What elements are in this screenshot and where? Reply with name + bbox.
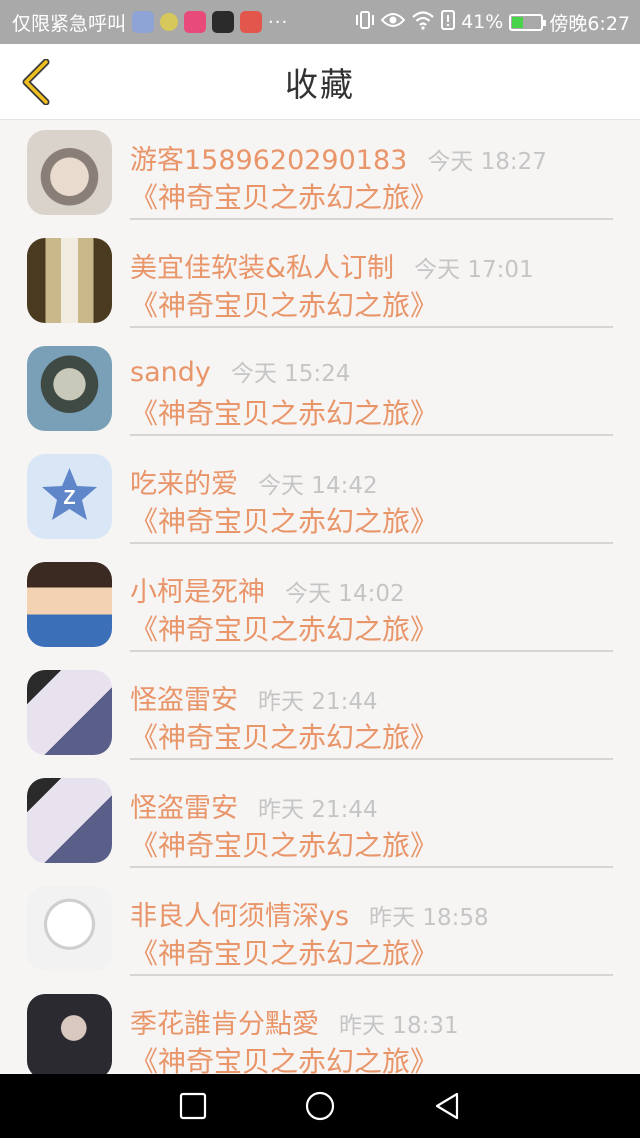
list-item[interactable]: 怪盗雷安 昨天 21:44 《神奇宝贝之赤幻之旅》 <box>0 660 640 768</box>
status-bar: 仅限紧急呼叫 ··· 41% 傍晚6:27 <box>0 0 640 44</box>
timestamp: 今天 14:42 <box>258 473 378 499</box>
list-item-header: 非良人何须情深ys 昨天 18:58 <box>130 894 489 933</box>
avatar[interactable] <box>27 886 112 971</box>
list-item-body: 美宜佳软装&私人订制 今天 17:01 《神奇宝贝之赤幻之旅》 <box>130 228 613 328</box>
user-name[interactable]: 吃来的爱 <box>130 462 238 501</box>
triangle-back-icon <box>435 1092 458 1120</box>
user-name[interactable]: 怪盗雷安 <box>130 786 238 825</box>
list-item-header: 季花誰肯分點愛 昨天 18:31 <box>130 1002 459 1041</box>
chevron-left-icon <box>22 59 50 105</box>
list-item-header: 吃来的爱 今天 14:42 <box>130 462 378 501</box>
avatar[interactable] <box>27 346 112 431</box>
user-name[interactable]: 怪盗雷安 <box>130 678 238 717</box>
list-item-body: 小柯是死神 今天 14:02 《神奇宝贝之赤幻之旅》 <box>130 552 613 652</box>
work-title[interactable]: 《神奇宝贝之赤幻之旅》 <box>130 176 438 216</box>
list-item[interactable]: Z 吃来的爱 今天 14:42 《神奇宝贝之赤幻之旅》 <box>0 444 640 552</box>
list-item-body: 吃来的爱 今天 14:42 《神奇宝贝之赤幻之旅》 <box>130 444 613 544</box>
list-item[interactable]: 非良人何须情深ys 昨天 18:58 《神奇宝贝之赤幻之旅》 <box>0 876 640 984</box>
battery-percent: 41% <box>461 11 504 33</box>
list-item[interactable]: 小柯是死神 今天 14:02 《神奇宝贝之赤幻之旅》 <box>0 552 640 660</box>
avatar[interactable] <box>27 994 112 1074</box>
user-name[interactable]: 季花誰肯分點愛 <box>130 1002 319 1041</box>
timestamp: 今天 18:27 <box>427 149 547 175</box>
list-item-header: 怪盗雷安 昨天 21:44 <box>130 678 378 717</box>
favorites-list: 游客1589620290183 今天 18:27 《神奇宝贝之赤幻之旅》 美宜佳软装&… <box>0 120 640 1074</box>
work-title[interactable]: 《神奇宝贝之赤幻之旅》 <box>130 1040 438 1074</box>
avatar[interactable] <box>27 238 112 323</box>
red-app-icon <box>240 11 263 33</box>
status-bar-right: 41% 傍晚6:27 <box>355 9 630 36</box>
square-icon <box>180 1092 207 1120</box>
sim-alert-icon <box>441 9 456 35</box>
timestamp: 昨天 18:58 <box>369 905 489 931</box>
page-title: 收藏 <box>285 64 355 104</box>
work-title[interactable]: 《神奇宝贝之赤幻之旅》 <box>130 824 438 864</box>
recents-button[interactable] <box>173 1086 213 1126</box>
user-name[interactable]: 美宜佳软装&私人订制 <box>130 246 394 285</box>
list-item-body: 怪盗雷安 昨天 21:44 《神奇宝贝之赤幻之旅》 <box>130 660 613 760</box>
paw-app-icon <box>212 11 235 33</box>
svg-text:Z: Z <box>63 487 75 509</box>
timestamp: 昨天 18:31 <box>339 1013 459 1039</box>
battery-icon <box>509 13 547 31</box>
timestamp: 今天 14:02 <box>285 581 405 607</box>
work-title[interactable]: 《神奇宝贝之赤幻之旅》 <box>130 716 438 756</box>
bulb-app-icon <box>160 13 179 31</box>
list-item-body: 非良人何须情深ys 昨天 18:58 《神奇宝贝之赤幻之旅》 <box>130 876 613 976</box>
eye-icon <box>380 11 406 34</box>
list-item-header: 小柯是死神 今天 14:02 <box>130 570 405 609</box>
header: 收藏 <box>0 44 640 120</box>
user-name[interactable]: sandy <box>130 357 211 388</box>
list-item[interactable]: 季花誰肯分點愛 昨天 18:31 《神奇宝贝之赤幻之旅》 <box>0 984 640 1074</box>
list-item-body: 游客1589620290183 今天 18:27 《神奇宝贝之赤幻之旅》 <box>130 120 613 220</box>
timestamp: 今天 17:01 <box>414 257 534 283</box>
work-title[interactable]: 《神奇宝贝之赤幻之旅》 <box>130 284 438 324</box>
timestamp: 今天 15:24 <box>230 361 351 387</box>
list-item-body: 怪盗雷安 昨天 21:44 《神奇宝贝之赤幻之旅》 <box>130 768 613 868</box>
pink-app-icon <box>184 11 207 33</box>
nav-back-button[interactable] <box>427 1086 467 1126</box>
user-name[interactable]: 游客1589620290183 <box>130 138 407 177</box>
avatar[interactable] <box>27 778 112 863</box>
user-name[interactable]: 非良人何须情深ys <box>130 894 349 933</box>
shield-app-icon <box>132 11 155 33</box>
avatar[interactable] <box>27 130 112 215</box>
user-name[interactable]: 小柯是死神 <box>130 570 265 609</box>
list-item-header: 怪盗雷安 昨天 21:44 <box>130 786 378 825</box>
timestamp: 昨天 21:44 <box>258 797 378 823</box>
vibrate-icon <box>355 9 375 36</box>
list-item[interactable]: 怪盗雷安 昨天 21:44 《神奇宝贝之赤幻之旅》 <box>0 768 640 876</box>
clock: 傍晚6:27 <box>549 12 630 35</box>
work-title[interactable]: 《神奇宝贝之赤幻之旅》 <box>130 932 438 972</box>
back-button[interactable] <box>14 58 58 106</box>
list-item-body: sandy 今天 15:24 《神奇宝贝之赤幻之旅》 <box>130 336 613 436</box>
list-item-body: 季花誰肯分點愛 昨天 18:31 《神奇宝贝之赤幻之旅》 <box>130 984 613 1074</box>
list-item[interactable]: 美宜佳软装&私人订制 今天 17:01 《神奇宝贝之赤幻之旅》 <box>0 228 640 336</box>
list-item[interactable]: sandy 今天 15:24 《神奇宝贝之赤幻之旅》 <box>0 336 640 444</box>
circle-icon <box>305 1091 335 1121</box>
work-title[interactable]: 《神奇宝贝之赤幻之旅》 <box>130 608 438 648</box>
more-notifications-icon: ··· <box>268 11 289 33</box>
list-item[interactable]: 游客1589620290183 今天 18:27 《神奇宝贝之赤幻之旅》 <box>0 120 640 228</box>
work-title[interactable]: 《神奇宝贝之赤幻之旅》 <box>130 392 438 432</box>
avatar[interactable] <box>27 670 112 755</box>
list-item-header: 游客1589620290183 今天 18:27 <box>130 138 547 177</box>
wifi-icon <box>411 10 435 35</box>
timestamp: 昨天 21:44 <box>258 689 378 715</box>
carrier-text: 仅限紧急呼叫 <box>12 12 127 35</box>
status-bar-left: 仅限紧急呼叫 ··· <box>12 9 288 36</box>
navigation-bar <box>0 1074 640 1138</box>
list-item-header: 美宜佳软装&私人订制 今天 17:01 <box>130 246 534 285</box>
list-item-header: sandy 今天 15:24 <box>130 354 350 388</box>
home-button[interactable] <box>300 1086 340 1126</box>
avatar[interactable] <box>27 562 112 647</box>
work-title[interactable]: 《神奇宝贝之赤幻之旅》 <box>130 500 438 540</box>
avatar[interactable]: Z <box>27 454 112 539</box>
